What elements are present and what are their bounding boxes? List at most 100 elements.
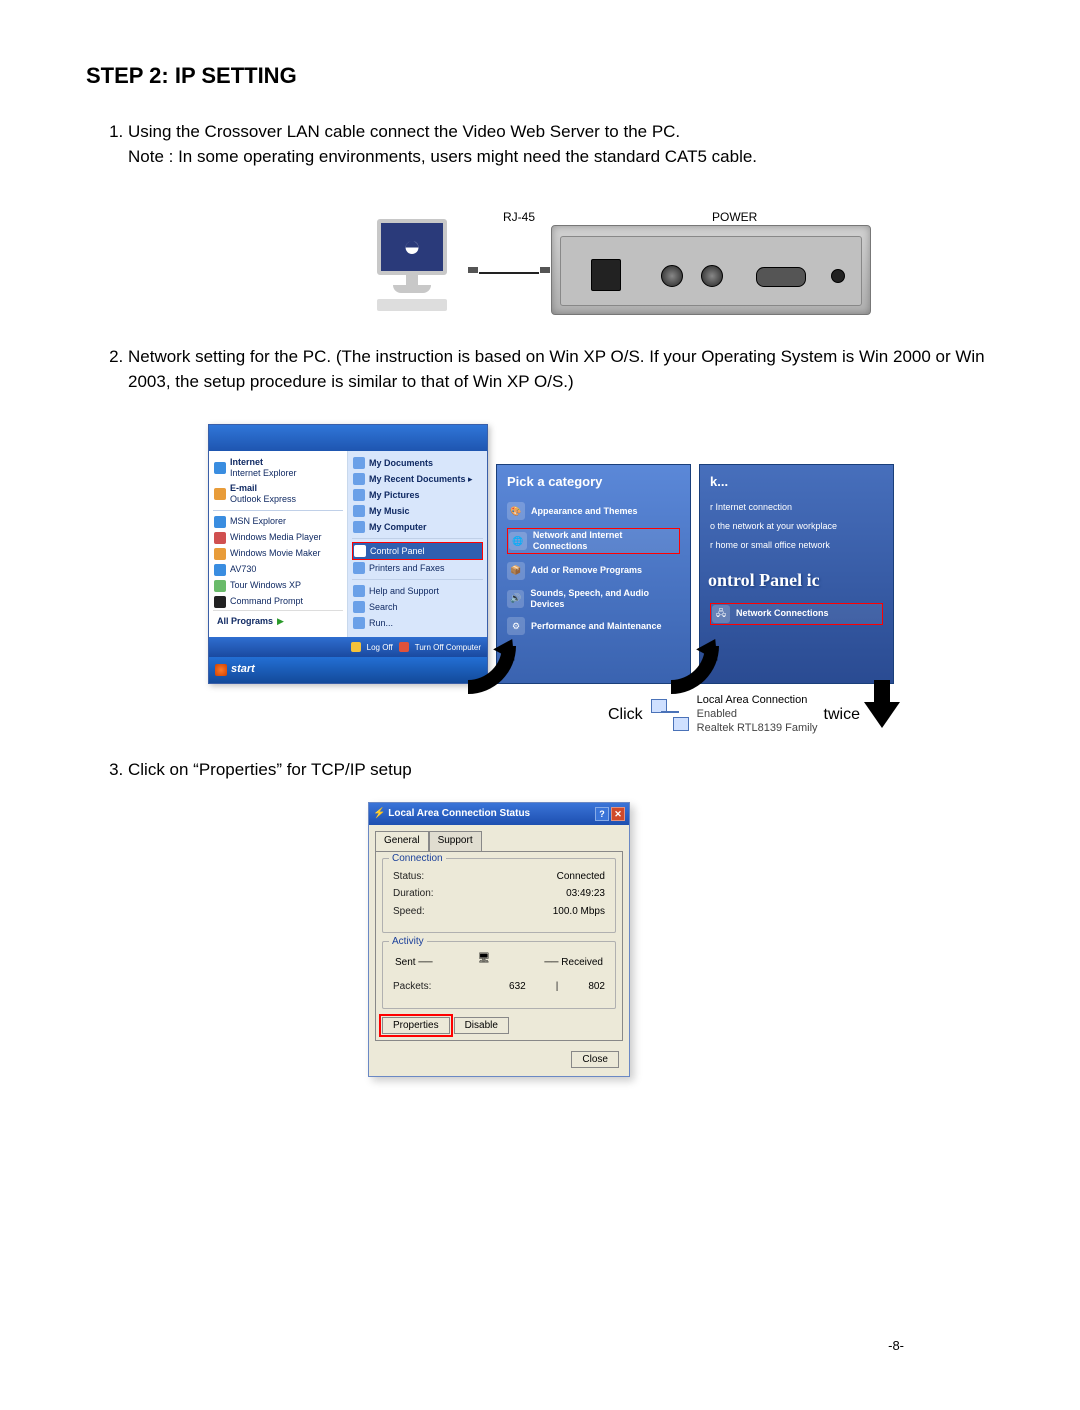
ie-icon <box>214 462 226 474</box>
mail-icon <box>214 488 226 500</box>
sm-help[interactable]: Help and Support <box>352 583 483 599</box>
speed-value: 100.0 Mbps <box>553 905 605 920</box>
lan-connection-icon[interactable] <box>649 697 691 733</box>
network-icon: 🖧 <box>712 605 730 623</box>
theme-icon: 🎨 <box>507 502 525 520</box>
duration-value: 03:49:23 <box>566 887 605 902</box>
arrow-right-icon: ▶ <box>277 616 284 626</box>
printer-icon <box>353 562 365 574</box>
media-player-icon <box>214 532 226 544</box>
control-panel-categories: Pick a category 🎨Appearance and Themes 🌐… <box>496 464 691 684</box>
task-home[interactable]: r home or small office network <box>710 540 883 551</box>
pick-task-title: k... <box>710 473 887 492</box>
search-icon <box>353 601 365 613</box>
status-value: Connected <box>557 870 605 885</box>
monitor-screen-icon: ◒ <box>377 219 447 275</box>
duration-label: Duration: <box>393 887 434 902</box>
lac-click-instruction: Click Local Area Connection Enabled Real… <box>608 694 1000 735</box>
sm-logoff-bar: Log Off Turn Off Computer <box>209 637 487 657</box>
start-button[interactable]: start <box>209 657 487 683</box>
packets-received: 802 <box>588 980 605 995</box>
sm-msn[interactable]: MSN Explorer <box>213 514 343 530</box>
movie-maker-icon <box>214 548 226 560</box>
sent-label: Sent ── <box>395 956 433 971</box>
step-2: Network setting for the PC. (The instruc… <box>128 345 1000 736</box>
sm-recent[interactable]: My Recent Documents ▸ <box>352 471 483 487</box>
step3-text: Click on “Properties” for TCP/IP setup <box>128 760 412 779</box>
speaker-icon: 🔊 <box>507 590 524 608</box>
sm-pictures[interactable]: My Pictures <box>352 487 483 503</box>
logoff-label[interactable]: Log Off <box>367 642 393 654</box>
folder-icon <box>353 489 365 501</box>
task-internet[interactable]: r Internet connection <box>710 502 883 513</box>
flow-arrow-icon <box>671 646 719 694</box>
sm-cmd[interactable]: Command Prompt <box>213 594 343 610</box>
bnc-port-icon <box>661 265 683 287</box>
control-panel-icon <box>354 545 366 557</box>
box-icon: 📦 <box>507 562 525 580</box>
video-web-server-device <box>551 225 871 315</box>
sm-wmm[interactable]: Windows Movie Maker <box>213 546 343 562</box>
sm-av730[interactable]: AV730 <box>213 562 343 578</box>
received-label: ── Received <box>544 956 603 971</box>
sm-computer[interactable]: My Computer <box>352 519 483 535</box>
folder-icon <box>353 505 365 517</box>
disable-button[interactable]: Disable <box>454 1017 509 1034</box>
speed-label: Speed: <box>393 905 425 920</box>
sm-printers[interactable]: Printers and Faxes <box>352 560 483 576</box>
step-3: Click on “Properties” for TCP/IP setup ⚡… <box>128 758 1000 1077</box>
close-button[interactable]: ✕ <box>611 807 625 821</box>
sm-music[interactable]: My Music <box>352 503 483 519</box>
start-menu: InternetInternet Explorer E-mailOutlook … <box>208 424 488 684</box>
serial-port-icon <box>756 267 806 287</box>
lac-text: Local Area Connection Enabled Realtek RT… <box>697 694 818 735</box>
step1-note: Note : In some operating environments, u… <box>128 147 757 166</box>
folder-icon <box>353 457 365 469</box>
twice-label: twice <box>824 703 860 726</box>
step-1: Using the Crossover LAN cable connect th… <box>128 120 1000 315</box>
click-label: Click <box>608 703 643 726</box>
sm-email[interactable]: E-mailOutlook Express <box>213 481 343 507</box>
connection-diagram: ◒ RJ-45 POWER <box>238 209 1000 315</box>
cat-appearance[interactable]: 🎨Appearance and Themes <box>507 502 680 520</box>
help-button[interactable]: ? <box>595 807 609 821</box>
task-workplace[interactable]: o the network at your workplace <box>710 521 883 532</box>
step1-line1: Using the Crossover LAN cable connect th… <box>128 122 680 141</box>
lac-status-dialog: ⚡ Local Area Connection Status ? ✕ Gener… <box>368 802 630 1077</box>
steps-list: Using the Crossover LAN cable connect th… <box>100 120 1000 1077</box>
flow-arrow-icon <box>468 646 516 694</box>
properties-button[interactable]: Properties <box>382 1017 450 1034</box>
cable-plug-icon <box>468 267 478 273</box>
page-heading: STEP 2: IP SETTING <box>86 60 1000 92</box>
network-connections-link[interactable]: 🖧Network Connections <box>710 603 883 625</box>
power-label: POWER <box>712 209 757 226</box>
connection-group: Connection Status:Connected Duration:03:… <box>382 858 616 934</box>
status-label: Status: <box>393 870 424 885</box>
cat-network[interactable]: 🌐Network and Internet Connections <box>507 528 680 554</box>
sm-all-programs[interactable]: All Programs▶ <box>213 610 343 632</box>
sm-search[interactable]: Search <box>352 599 483 615</box>
computer-icon <box>353 521 365 533</box>
sm-tour[interactable]: Tour Windows XP <box>213 578 343 594</box>
sm-run[interactable]: Run... <box>352 615 483 631</box>
shutdown-icon[interactable] <box>399 642 409 652</box>
rj45-label: RJ-45 <box>503 209 535 226</box>
packets-sent: 632 <box>509 980 526 995</box>
dialog-titlebar: ⚡ Local Area Connection Status ? ✕ <box>369 803 629 825</box>
folder-icon <box>353 473 365 485</box>
cat-add-remove[interactable]: 📦Add or Remove Programs <box>507 562 680 580</box>
bnc-port-icon <box>701 265 723 287</box>
cat-performance[interactable]: ⚙Performance and Maintenance <box>507 617 680 635</box>
sm-wmp[interactable]: Windows Media Player <box>213 530 343 546</box>
close-dialog-button[interactable]: Close <box>571 1051 619 1068</box>
tab-support[interactable]: Support <box>429 831 482 851</box>
globe-icon: 🌐 <box>509 532 527 550</box>
tab-general[interactable]: General <box>375 831 429 851</box>
pick-category-title: Pick a category <box>507 473 684 492</box>
sm-documents[interactable]: My Documents <box>352 455 483 471</box>
logoff-icon[interactable] <box>351 642 361 652</box>
sm-internet[interactable]: InternetInternet Explorer <box>213 455 343 481</box>
cat-sounds[interactable]: 🔊Sounds, Speech, and Audio Devices <box>507 588 680 610</box>
cable-plug-icon <box>540 267 550 273</box>
sm-control-panel[interactable]: Control Panel <box>352 542 483 560</box>
